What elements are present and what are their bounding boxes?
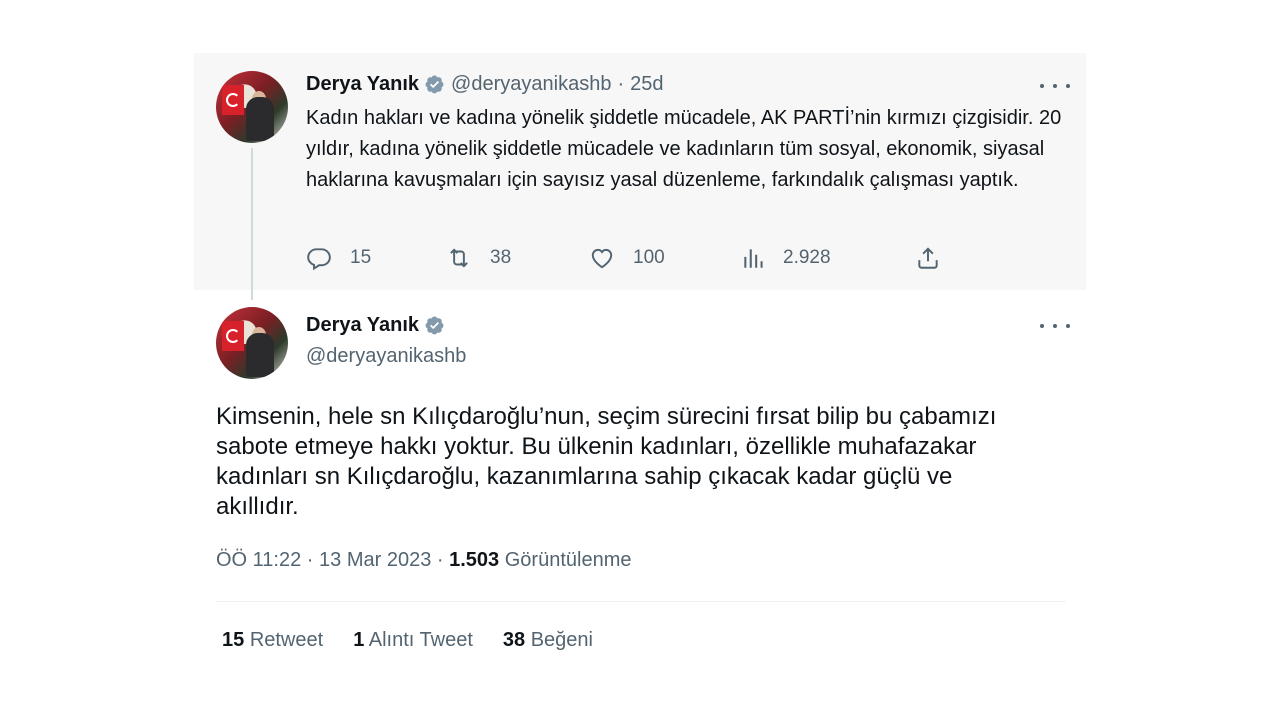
more-icon[interactable] [1040, 316, 1070, 336]
main-avatar[interactable] [216, 307, 288, 379]
thread-connector-line [251, 148, 253, 300]
like-count: 100 [633, 247, 665, 268]
main-tweet-text: Kimsenin, hele sn Kılıçdaroğlu’nun, seçi… [216, 403, 997, 520]
quotes-stat[interactable]: 1 Alıntı Tweet [353, 629, 473, 652]
views-icon [744, 249, 763, 268]
share-button[interactable] [915, 245, 959, 271]
meta-separator: · [436, 549, 444, 571]
tweet-meta: ÖÖ 11:22 · 13 Mar 2023 · 1.503 Görüntüle… [216, 549, 632, 572]
likes-stat-count: 38 [502, 629, 526, 651]
like-button[interactable]: 100 [589, 245, 665, 271]
engagement-stats: 15 Retweet 1 Alıntı Tweet 38 Beğeni [222, 629, 623, 652]
retweets-stat-label: Retweet [249, 629, 324, 651]
views-button[interactable]: 2.928 [741, 245, 831, 271]
main-author-name[interactable]: Derya Yanık [306, 314, 419, 337]
retweets-stat-count: 15 [222, 629, 245, 651]
more-icon[interactable] [1040, 76, 1070, 96]
divider [216, 601, 1066, 602]
tweet-time[interactable]: ÖÖ 11:22 [216, 549, 301, 571]
tweet-date[interactable]: 13 Mar 2023 [319, 549, 431, 571]
views-count: 2.928 [783, 247, 831, 268]
parent-tweet-text: Kadın hakları ve kadına yönelik şiddetle… [306, 107, 1062, 191]
retweet-count: 38 [490, 247, 512, 268]
share-icon [918, 247, 938, 269]
parent-separator: · [617, 73, 625, 95]
main-handle[interactable]: @deryayanikashb [306, 345, 466, 368]
parent-author-name[interactable]: Derya Yanık [306, 73, 419, 96]
parent-age[interactable]: 25d [630, 73, 663, 96]
verified-badge-icon [424, 315, 445, 336]
meta-separator: · [306, 549, 314, 571]
views-total: 1.503 [449, 549, 500, 571]
verified-badge-icon [424, 74, 445, 95]
retweet-icon [450, 248, 468, 268]
like-icon [591, 248, 613, 269]
parent-action-bar: 15 38 100 2.928 [306, 245, 946, 271]
reply-button[interactable]: 15 [306, 245, 371, 271]
retweets-stat[interactable]: 15 Retweet [222, 629, 323, 652]
retweet-button[interactable]: 38 [446, 245, 511, 271]
parent-handle[interactable]: @deryayanikashb [451, 73, 611, 96]
quotes-stat-count: 1 [353, 629, 365, 651]
quotes-stat-label: Alıntı Tweet [368, 629, 473, 651]
likes-stat-label: Beğeni [530, 629, 593, 651]
reply-count: 15 [350, 247, 372, 268]
parent-tweet[interactable]: Derya Yanık @deryayanikashb · 25d Kadın … [194, 53, 1086, 290]
views-label: Görüntülenme [504, 549, 632, 571]
reply-icon [307, 248, 331, 271]
parent-avatar[interactable] [216, 71, 288, 143]
likes-stat[interactable]: 38 Beğeni [503, 629, 593, 652]
